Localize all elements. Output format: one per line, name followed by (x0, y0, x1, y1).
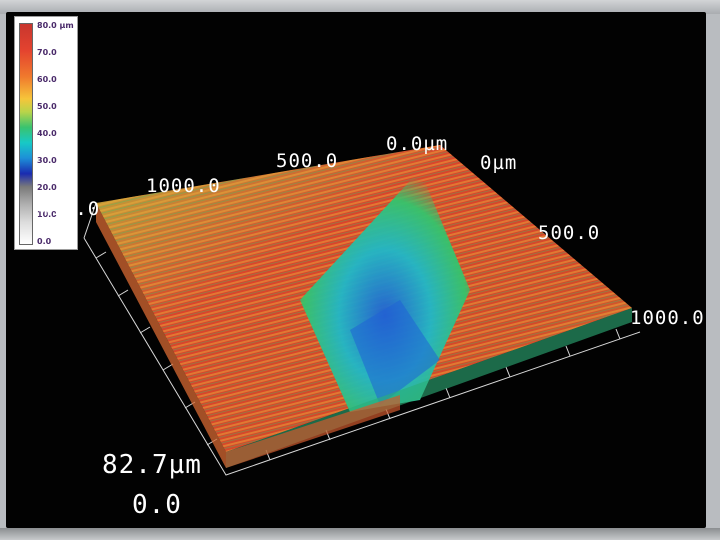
scale-label-50: 50.0 (37, 102, 57, 111)
axis-label-z-min: 0.0 (132, 490, 182, 520)
axis-label-right-mid: 500.0 (538, 222, 601, 244)
scale-label-80: 80.0 µm (37, 21, 74, 30)
axis-label-top-mid: 500.0 (276, 150, 339, 172)
axis-label-top-zero: 0.0µm (386, 133, 449, 155)
scale-label-20: 20.0 (37, 183, 57, 192)
scale-label-40: 40.0 (37, 129, 57, 138)
scale-label-30: 30.0 (37, 156, 57, 165)
scale-label-70: 70.0 (37, 48, 57, 57)
axis-label-top-right: 0µm (480, 152, 518, 174)
scale-label-60: 60.0 (37, 75, 57, 84)
color-scale-bar (19, 23, 33, 245)
axis-label-top-left: 1000.0 (146, 175, 221, 197)
scale-label-0: 0.0 (37, 237, 52, 246)
axis-label-right-front: 1000.0 (630, 307, 705, 329)
axis-label-z-max: 82.7µm (102, 450, 202, 480)
axis-label-y-max: 416.0 (38, 198, 101, 220)
